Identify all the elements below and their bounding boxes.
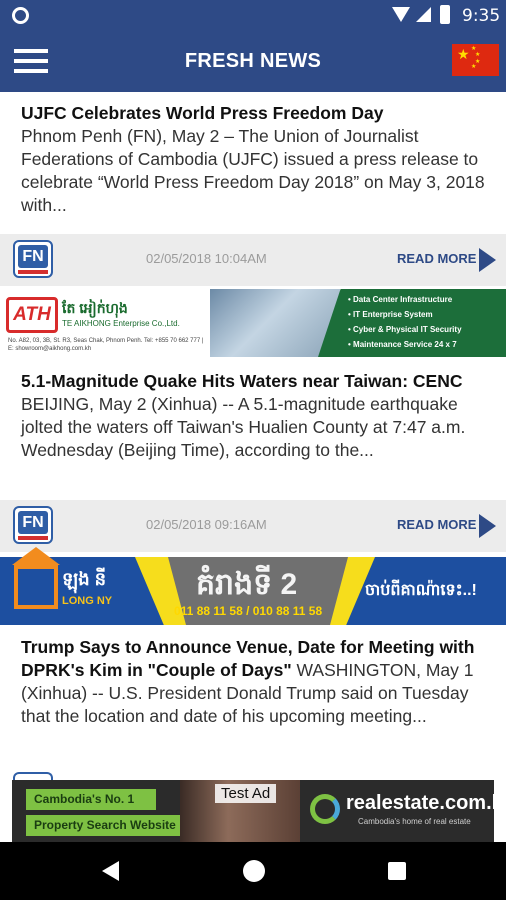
- article-headline[interactable]: 5.1-Magnitude Quake Hits Waters near Tai…: [21, 371, 462, 391]
- ad-brand: realestate.com.kh: [346, 792, 494, 814]
- status-time: 9:35: [462, 6, 501, 26]
- app-title: FRESH NEWS: [184, 50, 322, 72]
- home-icon[interactable]: [243, 860, 265, 882]
- article-item[interactable]: Trump Says to Announce Venue, Date for M…: [21, 636, 491, 728]
- ad-tag-1: Cambodia's No. 1: [26, 789, 156, 810]
- signal-icon: [416, 7, 431, 22]
- bottom-ad-banner[interactable]: Cambodia's No. 1 Property Search Website…: [12, 780, 494, 842]
- article-item[interactable]: UJFC Celebrates World Press Freedom Day …: [21, 102, 491, 217]
- fn-logo-icon: FN: [13, 506, 53, 544]
- ad-brand-kh: ឡុង នី: [62, 569, 107, 589]
- test-ad-label: Test Ad: [215, 784, 277, 803]
- ad-brand-en: LONG NY: [62, 595, 113, 607]
- ad-cta: ចាប់ពីគាណ៉ាទេះ..!: [365, 582, 477, 599]
- wifi-icon: [392, 7, 410, 22]
- ad-tag-2: Property Search Website: [26, 815, 206, 836]
- ad-phones: 011 88 11 58 / 010 88 11 58: [174, 604, 323, 618]
- recents-icon[interactable]: [388, 862, 406, 880]
- ad-banner-aikhong[interactable]: ATH តែ អៀក់ហុង TE AIKHONG Enterprise Co.…: [0, 289, 506, 357]
- article-summary: BEIJING, May 2 (Xinhua) -- A 5.1-magnitu…: [21, 394, 466, 460]
- article-meta-bar: FN 02/05/2018 10:04AM READ MORE: [0, 234, 506, 286]
- battery-icon: [440, 5, 450, 24]
- realestate-logo-icon: [310, 794, 340, 824]
- ath-logo: ATH: [6, 297, 58, 333]
- status-bar: 9:35: [0, 0, 506, 31]
- ad-brand-en: TE AIKHONG Enterprise Co.,Ltd.: [62, 319, 180, 328]
- ad-brand-kh: តែ អៀក់ហុង: [62, 300, 128, 316]
- ad-tagline: Cambodia's home of real estate: [358, 817, 471, 826]
- notification-icon: [12, 7, 29, 24]
- article-date: 02/05/2018 09:16AM: [146, 517, 267, 532]
- article-date: 02/05/2018 10:04AM: [146, 251, 267, 266]
- read-more-button[interactable]: READ MORE: [397, 251, 476, 266]
- article-headline[interactable]: UJFC Celebrates World Press Freedom Day: [21, 103, 383, 123]
- ad-services-panel: • Data Center Infrastructure • IT Enterp…: [318, 289, 506, 357]
- article-summary: Phnom Penh (FN), May 2 – The Union of Jo…: [21, 126, 485, 215]
- fn-logo-icon: FN: [13, 240, 53, 278]
- house-icon: [12, 547, 60, 609]
- china-flag-icon[interactable]: ★ ★ ★ ★ ★: [452, 44, 499, 76]
- app-bar: FRESH NEWS ★ ★ ★ ★ ★: [0, 31, 506, 92]
- ad-photo: [210, 289, 340, 357]
- chevron-right-icon[interactable]: [479, 514, 496, 538]
- chevron-right-icon[interactable]: [479, 248, 496, 272]
- ad-address: No. A82, 03, 3B, St. R3, Seas Chak, Phno…: [8, 338, 204, 352]
- system-nav-bar: [0, 842, 506, 900]
- article-meta-bar: FN 02/05/2018 09:16AM READ MORE: [0, 500, 506, 552]
- back-icon[interactable]: [102, 861, 119, 881]
- ad-floor-text: គំរាងទី 2: [196, 568, 298, 601]
- read-more-button[interactable]: READ MORE: [397, 517, 476, 532]
- ad-banner-longny[interactable]: ឡុង នី LONG NY គំរាងទី 2 011 88 11 58 / …: [0, 547, 506, 625]
- article-item[interactable]: 5.1-Magnitude Quake Hits Waters near Tai…: [21, 370, 491, 462]
